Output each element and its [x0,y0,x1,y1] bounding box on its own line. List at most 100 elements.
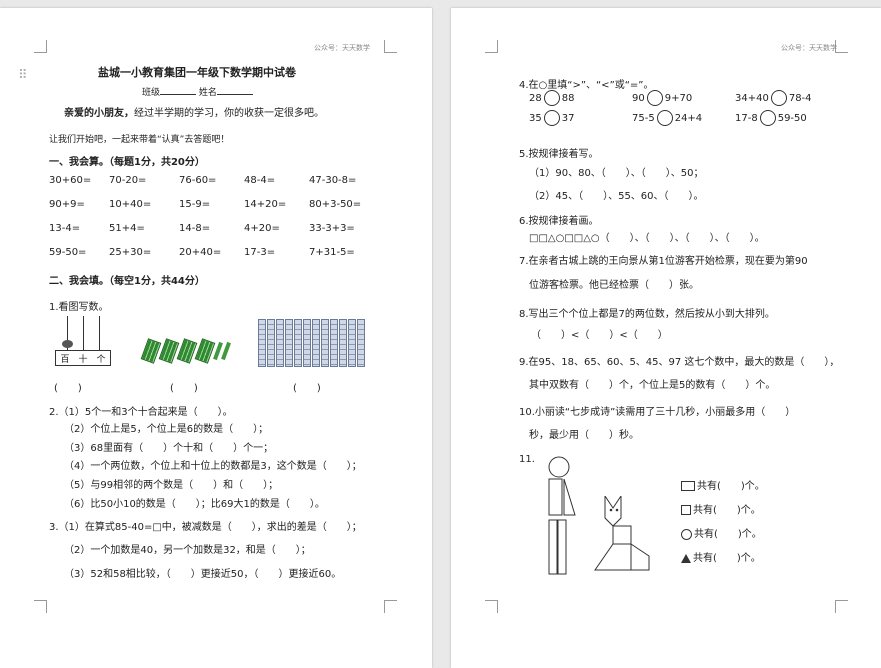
question-5: 5.按规律接着写。 [519,149,599,160]
question-5-a: （1）90、80、（ ）、（ ）、50； [529,168,704,179]
compare-item: 35 37 [529,110,574,126]
watermark: 公众号：天天数学 [781,44,837,52]
calc-item: 90+9= [49,199,85,210]
cube-column-icon [276,319,284,367]
question-6-sequence: □□△○□□△○（ ）、（ ）、（ ）、（ ）。 [529,233,765,244]
abacus-label: 十 [78,354,88,365]
compare-circle[interactable] [770,90,787,106]
cube-column-icon [303,319,311,367]
compare-circle[interactable] [646,90,663,106]
watermark: 公众号：天天数学 [314,44,370,52]
question-7: 7.在亲者古城上跳的王向景从第1位游客开始检票，现在要为第90 [519,256,808,267]
calc-item: 25+30= [109,247,152,258]
calc-item: 7+31-5= [309,247,355,258]
calc-item: 70-20= [109,175,147,186]
intro-text: 亲爱的小朋友，经过半学期的学习，你的收获一定很多吧。 [64,108,324,119]
question-2-line: （3）68里面有（ ）个十和（ ）个一； [64,443,274,454]
compare-item: 34+40 78-4 [735,90,812,106]
abacus: 百 十 个 [55,316,111,368]
question-9-cont: 其中双数有（ ）个，个位上是5的数有（ ）个。 [529,380,776,391]
shape-count-square: 共有( )个。 [681,501,761,516]
crop-mark [384,40,397,53]
question-8: 8.写出三个个位上都是7的两位数，然后按从小到大排列。 [519,309,775,320]
cube-column-icon [267,319,275,367]
cube-column-icon [321,319,329,367]
calc-item: 80+3-50= [309,199,362,210]
question-2-line: （4）一个两位数，个位上和十位上的数都是3，这个数是（ ）； [64,461,362,472]
cube-column-icon [312,319,320,367]
page-2: 公众号：天天数学 4.在○里填“>”、“<”或“=”。 28 88 90 9+70 … [451,8,881,668]
rectangle-icon [681,481,695,491]
calc-item: 14-8= [179,223,211,234]
compare-item: 75-5 24+4 [632,110,702,126]
question-10: 10.小丽读“七步成诗”读需用了三十几秒，小丽最多用（ ） [519,407,796,418]
compare-circle[interactable] [656,110,673,126]
shape-count-triangle: 共有( )个。 [681,549,761,564]
shape-figure-person [548,456,576,575]
abacus-label: 百 [60,354,70,365]
circle-icon [681,528,692,540]
cube-column-icon [258,319,266,367]
cube-column-icon [330,319,338,367]
question-4: 4.在○里填“>”、“<”或“=”。 [519,80,654,91]
question-3-line: （2）一个加数是40，另一个加数是32，和是（ ）； [64,545,311,556]
abacus-label: 个 [96,354,106,365]
abacus-bead-icon [62,340,73,348]
question-2-line: （6）比50小10的数是（ ）；比69大1的数是（ ）。 [64,499,325,510]
compare-item: 17-8 59-50 [735,110,807,126]
calc-item: 17-3= [244,247,276,258]
compare-circle[interactable] [759,110,776,126]
question-2-line: 2.（1）5个一和3个十合起来是（ ）。 [49,407,233,418]
question-8-blanks: （ ）<（ ）<（ ） [531,330,668,341]
compare-item: 90 9+70 [632,90,692,106]
compare-circle[interactable] [543,90,560,106]
shape-count-circle: 共有( )个。 [681,525,762,540]
question-10-cont: 秒，最少用（ ）秒。 [529,430,639,441]
crop-mark [835,600,848,613]
question-2-line: （5）与99相邻的两个数是（ ）和（ ）； [64,480,279,491]
shape-figure-fox [594,496,650,571]
stick-bundle-icon [194,338,216,364]
calc-item: 48-4= [244,175,276,186]
cube-column-icon [339,319,347,367]
cube-column-icon [357,319,365,367]
stick-bundles-image [140,338,231,368]
stick-bundle-icon [140,338,162,364]
page-title: 盐城一小教育集团一年级下数学期中试卷 [98,66,296,79]
question-9: 9.在95、18、65、60、5、45、97 这七个数中，最大的数是（ ）， [519,357,840,368]
question-3-line: 3.（1）在算式85-40=□中，被减数是（ ），求出的差是（ ）； [49,522,362,533]
section-2-title: 二、我会填。（每空1分，共44分） [49,276,205,287]
answer-paren: ( ) [293,383,321,394]
calc-item: 59-50= [49,247,87,258]
encourage-text: 让我们开始吧，一起来带着“认真”去答题吧！ [49,135,230,145]
square-icon [681,505,691,515]
calc-item: 14+20= [244,199,287,210]
calc-item: 51+4= [109,223,145,234]
section-1-title: 一、我会算。（每题1分，共20分） [49,157,205,168]
cube-columns-image [258,319,366,371]
calc-item: 20+40= [179,247,222,258]
calc-item: 15-9= [179,199,211,210]
compare-circle[interactable] [543,110,560,126]
stick-icon [221,341,231,361]
stick-bundle-icon [158,338,180,364]
question-5-b: （2）45、（ ）、55、60、（ ）。 [529,191,704,202]
calc-item: 33-3+3= [309,223,355,234]
cube-column-icon [294,319,302,367]
stick-bundle-icon [176,338,198,364]
drag-handle-icon[interactable]: ⠿ [18,68,28,83]
crop-mark [384,600,397,613]
calc-item: 4+20= [244,223,280,234]
class-name-line: 班级 姓名 [142,85,253,98]
crop-mark [34,600,47,613]
page-1: 公众号：天天数学 ⠿ 盐城一小教育集团一年级下数学期中试卷 班级 姓名 亲爱的小… [0,8,432,668]
crop-mark [34,40,47,53]
shape-count-rectangle: 共有( )个。 [681,477,765,492]
answer-paren: ( ) [54,383,82,394]
calc-item: 10+40= [109,199,152,210]
calc-item: 47-30-8= [309,175,357,186]
question-2-line: （2）个位上是5，个位上是6的数是（ ）； [64,424,269,435]
question-6: 6.按规律接着画。 [519,216,599,227]
crop-mark [485,600,498,613]
calc-item: 76-60= [179,175,217,186]
